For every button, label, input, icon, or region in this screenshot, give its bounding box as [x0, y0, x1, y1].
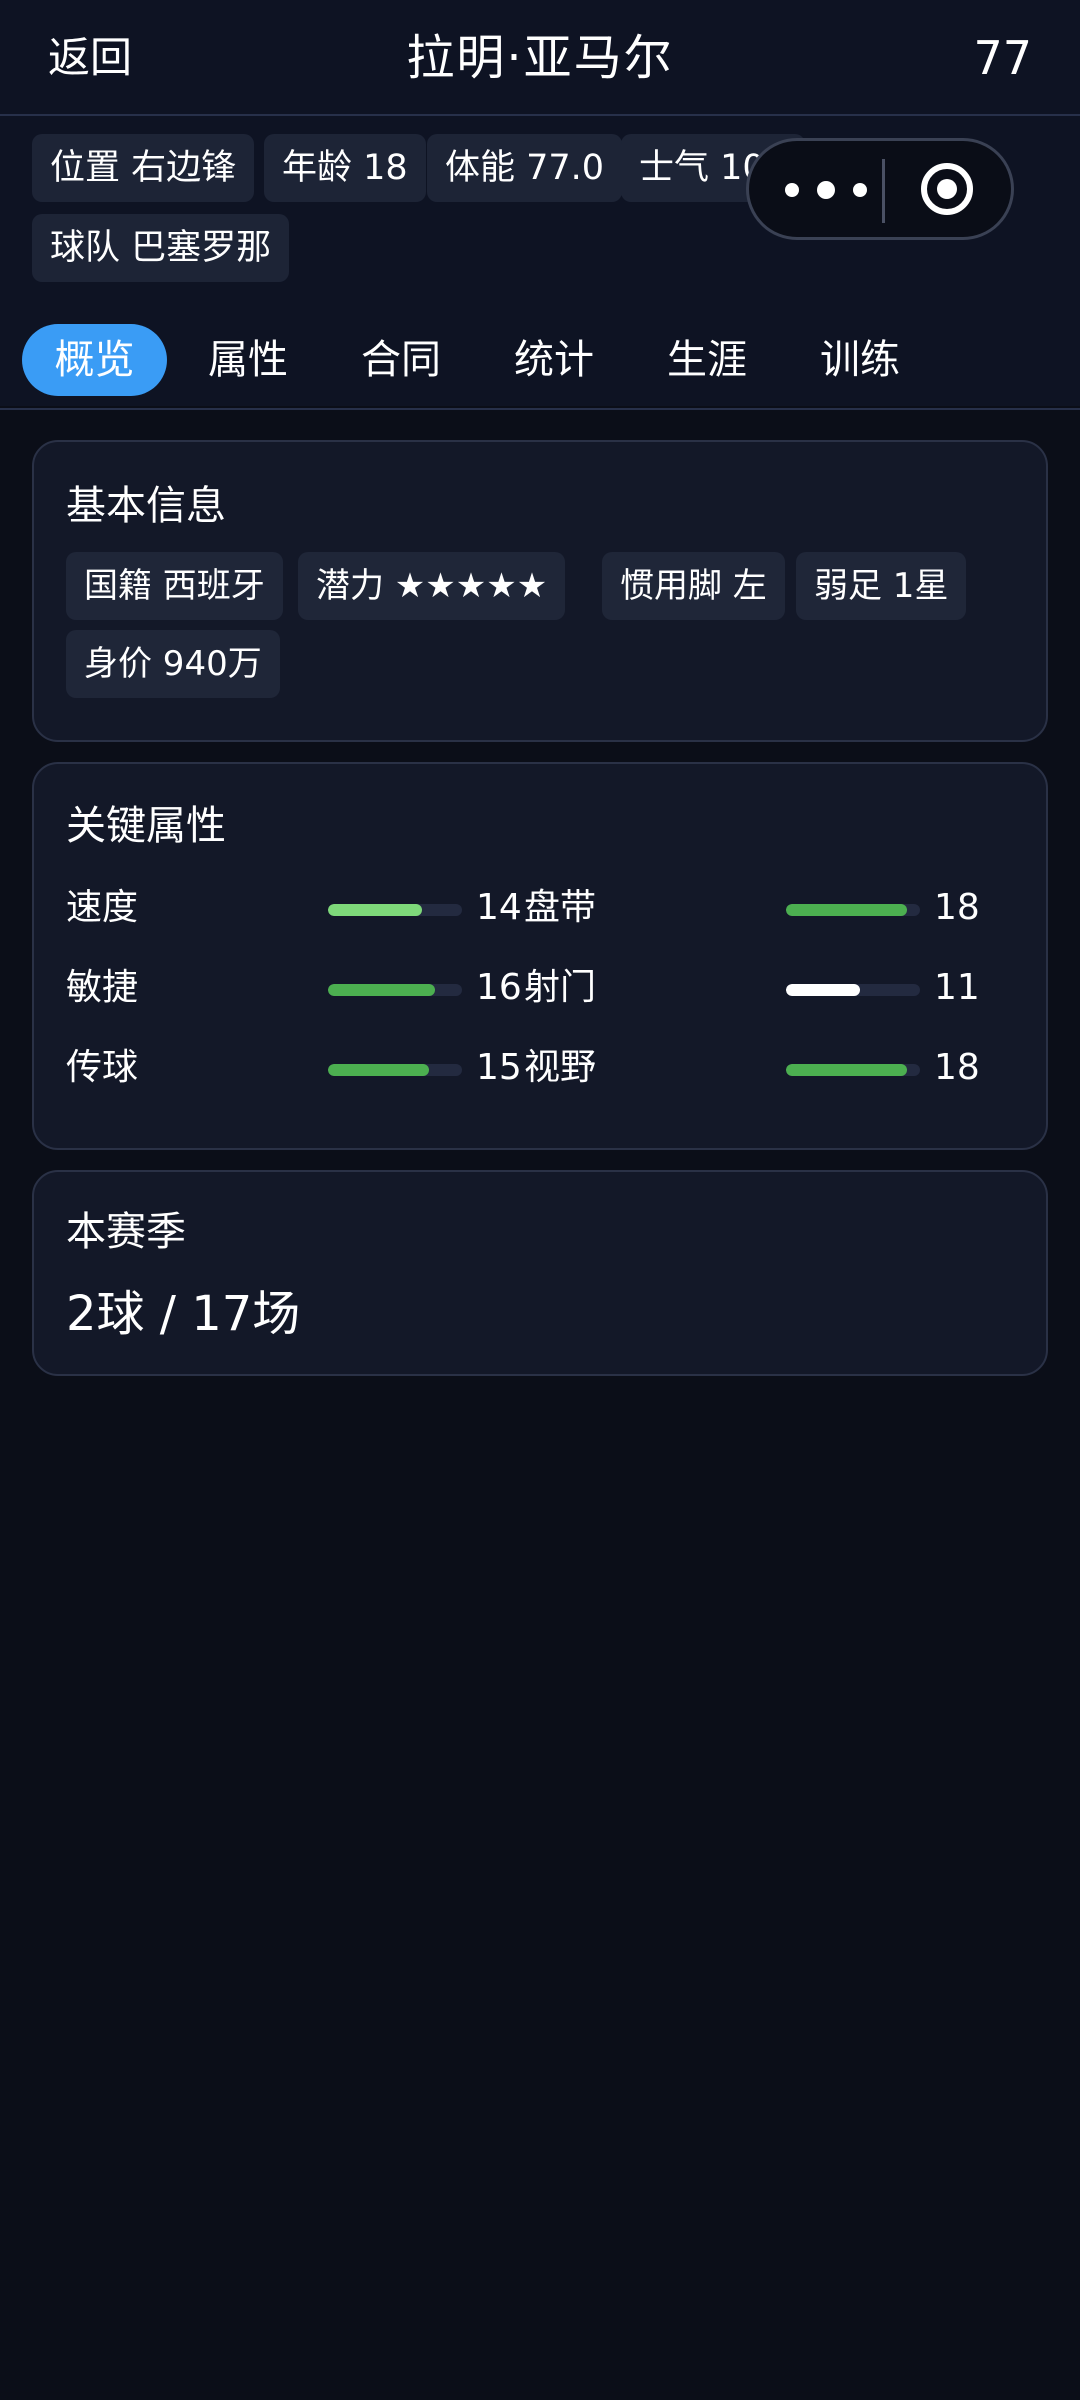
- key-attributes-title: 关键属性: [66, 803, 226, 849]
- attr-label-agility: 敏捷: [66, 967, 139, 1008]
- attr-bar-shooting: [786, 984, 920, 996]
- basic-info-card: 基本信息 国籍 西班牙 潜力 ★★★★★ 惯用脚 左 弱足 1星 身价 940万: [32, 440, 1048, 742]
- tab-bar: 概览 属性 合同 统计 生涯 训练: [0, 308, 1080, 410]
- mini-program-capsule: [746, 138, 1014, 240]
- attr-bar-dribbling: [786, 904, 920, 916]
- age-chip: 年龄 18: [264, 134, 426, 202]
- header-bar: 返回 拉明·亚马尔 77: [0, 0, 1080, 116]
- attr-label-shooting: 射门: [524, 967, 597, 1008]
- attr-bar-pace: [328, 904, 462, 916]
- attr-value-agility: 16: [476, 967, 522, 1008]
- attr-bar-fill-shooting: [786, 984, 860, 996]
- team-chip: 球队 巴塞罗那: [32, 214, 290, 282]
- attr-bar-agility: [328, 984, 462, 996]
- key-attributes-card: 关键属性 速度 14 盘带 18 敏捷 16 射门 11 传球 15 视野 18: [32, 762, 1048, 1150]
- potential-tag: 潜力 ★★★★★: [298, 552, 566, 620]
- position-chip: 位置 右边锋: [32, 134, 255, 202]
- tab-attributes[interactable]: 属性: [190, 324, 306, 396]
- weak-foot-tag: 弱足 1星: [796, 552, 967, 620]
- attr-value-passing: 15: [476, 1047, 522, 1088]
- season-summary: 2球 / 17场: [66, 1286, 301, 1342]
- basic-info-title: 基本信息: [66, 483, 226, 529]
- attr-label-dribbling: 盘带: [524, 887, 597, 928]
- more-dots-icon[interactable]: [785, 175, 885, 205]
- attr-label-passing: 传球: [66, 1047, 139, 1088]
- season-title: 本赛季: [66, 1209, 186, 1255]
- attr-value-shooting: 11: [934, 967, 980, 1008]
- tab-training[interactable]: 训练: [802, 324, 918, 396]
- attr-bar-fill-passing: [328, 1064, 429, 1076]
- nationality-tag: 国籍 西班牙: [66, 552, 283, 620]
- page-title: 拉明·亚马尔: [406, 30, 674, 86]
- attr-value-pace: 14: [476, 887, 522, 928]
- market-value-tag: 身价 940万: [66, 630, 280, 698]
- tab-stats[interactable]: 统计: [496, 324, 612, 396]
- attr-bar-fill-agility: [328, 984, 436, 996]
- preferred-foot-tag: 惯用脚 左: [602, 552, 785, 620]
- stamina-chip: 体能 77.0: [427, 134, 623, 202]
- attr-value-vision: 18: [934, 1047, 980, 1088]
- attr-value-dribbling: 18: [934, 887, 980, 928]
- player-rating: 77: [973, 31, 1032, 85]
- tab-contract[interactable]: 合同: [343, 324, 459, 396]
- tab-career[interactable]: 生涯: [649, 324, 765, 396]
- attr-label-vision: 视野: [524, 1047, 597, 1088]
- target-circle-icon[interactable]: [921, 163, 973, 215]
- attr-bar-passing: [328, 1064, 462, 1076]
- season-card: 本赛季 2球 / 17场: [32, 1170, 1048, 1376]
- attr-bar-fill-vision: [786, 1064, 907, 1076]
- capsule-divider: [882, 159, 885, 223]
- tab-overview[interactable]: 概览: [22, 324, 167, 396]
- attr-bar-fill-dribbling: [786, 904, 907, 916]
- attr-bar-fill-pace: [328, 904, 422, 916]
- attr-label-pace: 速度: [66, 887, 139, 928]
- attr-bar-vision: [786, 1064, 920, 1076]
